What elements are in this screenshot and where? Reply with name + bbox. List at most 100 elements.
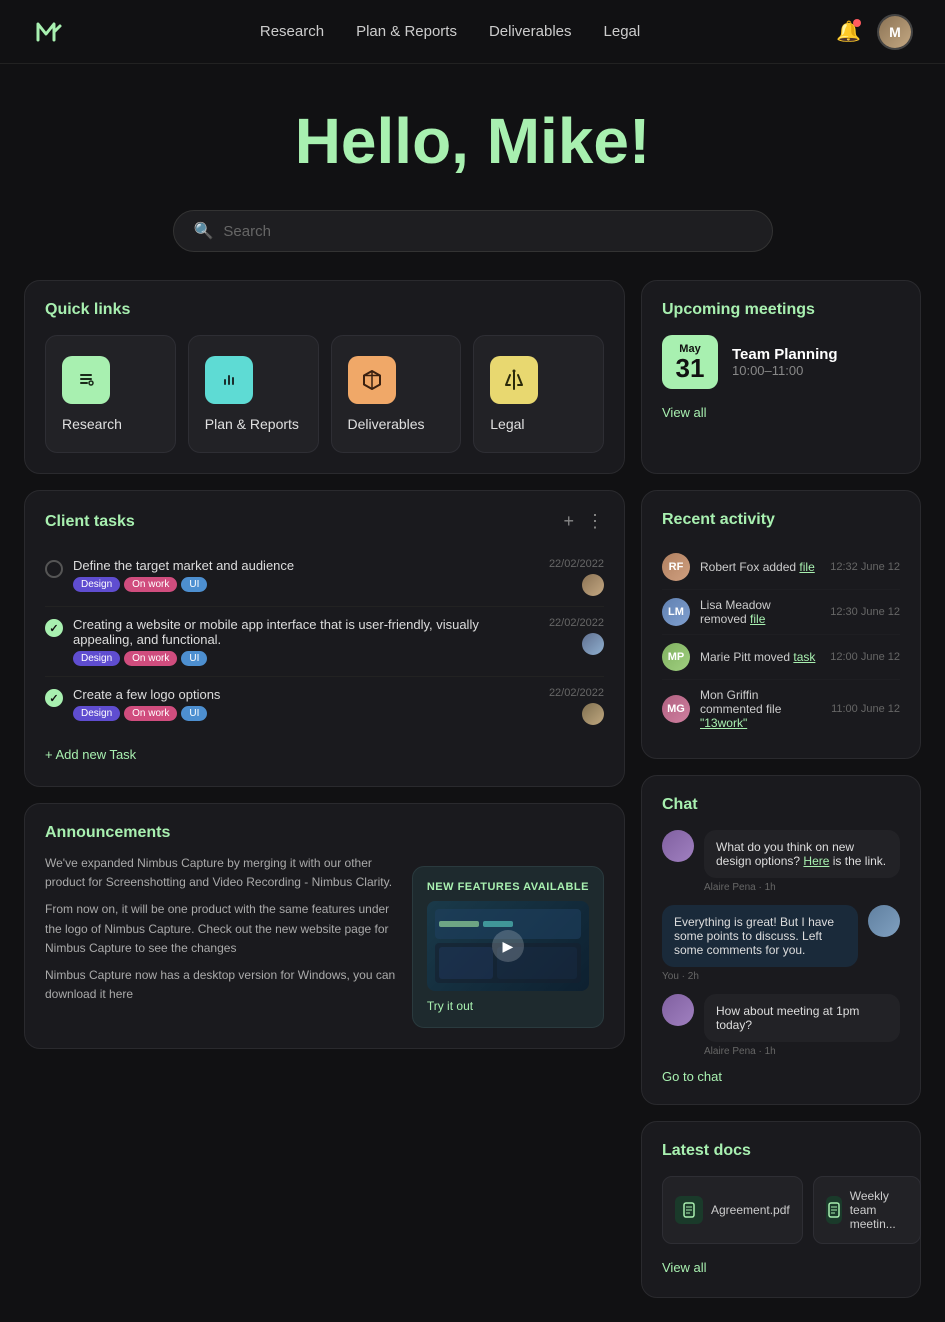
activity-avatar: RF [662,553,690,581]
task-tags: Design On work UI [73,706,484,721]
chat-avatar [868,905,900,937]
announcement-para-1: We've expanded Nimbus Capture by merging… [45,854,396,892]
task-right: 22/02/2022 [494,687,604,725]
chat-bubble: Everything is great! But I have some poi… [662,905,858,967]
meeting-time: 10:00–11:00 [732,363,838,378]
greeting-text: Hello, [295,105,487,177]
chat-message-right: Everything is great! But I have some poi… [662,905,900,982]
quick-links-title: Quick links [45,301,604,319]
bottom-left: Client tasks + ⋮ Define the target marke… [24,490,625,1298]
nav-plan-reports[interactable]: Plan & Reports [356,23,457,40]
go-to-chat-link[interactable]: Go to chat [662,1069,900,1084]
plan-reports-icon [205,356,253,404]
activity-avatar: LM [662,598,690,626]
add-task-icon-btn[interactable]: + [563,511,574,532]
new-features-card: NEW FEATURES AVAILABLE [412,866,604,1028]
doc-item[interactable]: Weekly team meetin... [813,1176,921,1244]
task-row: Create a few logo options Design On work… [45,687,604,725]
client-tasks-title: Client tasks [45,513,135,531]
quick-link-plan-reports[interactable]: Plan & Reports [188,335,319,453]
quick-links-card: Quick links Research [24,280,625,474]
avatar-inner: MG [662,695,690,723]
task-right: 22/02/2022 [494,558,604,596]
recent-activity-card: Recent activity RF Robert Fox added file… [641,490,921,759]
activity-item: MP Marie Pitt moved task 12:00 June 12 [662,635,900,680]
task-checkbox[interactable] [45,560,63,578]
tag-ui: UI [181,577,207,592]
activity-link[interactable]: file [750,612,765,626]
meeting-name: Team Planning [732,346,838,363]
chat-bubble: How about meeting at 1pm today? [704,994,900,1042]
chat-link[interactable]: Here [803,854,829,868]
quick-links-grid: Research Plan & Reports [45,335,604,453]
task-item: Creating a website or mobile app interfa… [45,607,604,677]
hero-section: Hello, Mike! [0,64,945,210]
task-avatar [582,633,604,655]
quick-link-deliverables[interactable]: Deliverables [331,335,462,453]
quick-link-research[interactable]: Research [45,335,176,453]
user-avatar[interactable]: M [877,14,913,50]
activity-link[interactable]: "13work" [700,716,747,730]
chat-title: Chat [662,796,900,814]
tasks-actions: + ⋮ [563,511,604,532]
upcoming-meetings-title: Upcoming meetings [662,301,900,319]
latest-docs-card: Latest docs Agreement.pdf [641,1121,921,1298]
avatar-initials: M [879,16,911,48]
announcements-card: Announcements We've expanded Nimbus Capt… [24,803,625,1049]
announcements-content: We've expanded Nimbus Capture by merging… [45,854,604,1028]
chat-avatar [662,830,694,862]
task-text: Define the target market and audience [73,558,484,573]
activity-link[interactable]: task [793,650,815,664]
deliverables-icon [348,356,396,404]
activity-time: 12:32 June 12 [830,561,900,573]
nav-legal[interactable]: Legal [604,23,641,40]
task-tags: Design On work UI [73,651,484,666]
announcement-para-2: From now on, it will be one product with… [45,900,396,958]
nav-research[interactable]: Research [260,23,324,40]
chat-meta: You · 2h [662,971,858,982]
docs-view-all[interactable]: View all [662,1260,707,1275]
chat-message: How about meeting at 1pm today? Alaire P… [662,994,900,1057]
tag-design: Design [73,706,120,721]
task-checkbox-done[interactable] [45,689,63,707]
tasks-menu-btn[interactable]: ⋮ [586,511,604,532]
greeting-heading: Hello, Mike! [0,104,945,178]
chat-bubble: What do you think on new design options?… [704,830,900,878]
add-task-button[interactable]: + Add new Task [45,743,136,766]
notification-bell[interactable]: 🔔 [836,19,861,44]
search-container: 🔍 [0,210,945,252]
activity-avatar: MP [662,643,690,671]
task-checkbox-done[interactable] [45,619,63,637]
task-text: Create a few logo options [73,687,484,702]
activity-text: Lisa Meadow removed file [700,598,820,626]
doc-icon [675,1196,703,1224]
doc-icon [826,1196,842,1224]
activity-item: MG Mon Griffin commented file "13work" 1… [662,680,900,738]
latest-docs-title: Latest docs [662,1142,900,1160]
greeting-name: Mike! [487,105,651,177]
chat-card: Chat What do you think on new design opt… [641,775,921,1105]
task-row: Define the target market and audience De… [45,558,604,596]
activity-link[interactable]: file [799,560,814,574]
activity-text: Mon Griffin commented file "13work" [700,688,821,730]
try-it-out-link[interactable]: Try it out [427,999,589,1013]
doc-item[interactable]: Agreement.pdf [662,1176,803,1244]
chat-bubble-wrap: Everything is great! But I have some poi… [662,905,858,982]
meeting-date-badge: May 31 [662,335,718,389]
avatar-inner: RF [662,553,690,581]
nav-deliverables[interactable]: Deliverables [489,23,572,40]
research-icon [62,356,110,404]
new-features-label: NEW FEATURES AVAILABLE [427,881,589,893]
doc-name: Weekly team meetin... [850,1189,908,1231]
top-row: Quick links Research [0,280,945,474]
play-button[interactable]: ▶ [492,930,524,962]
task-row: Creating a website or mobile app interfa… [45,617,604,666]
task-date: 22/02/2022 [549,687,604,699]
task-text: Creating a website or mobile app interfa… [73,617,484,647]
activity-avatar: MG [662,695,690,723]
meetings-view-all[interactable]: View all [662,405,707,420]
search-input[interactable] [223,223,751,240]
quick-link-legal[interactable]: Legal [473,335,604,453]
activity-item: RF Robert Fox added file 12:32 June 12 [662,545,900,590]
logo[interactable] [32,16,64,48]
